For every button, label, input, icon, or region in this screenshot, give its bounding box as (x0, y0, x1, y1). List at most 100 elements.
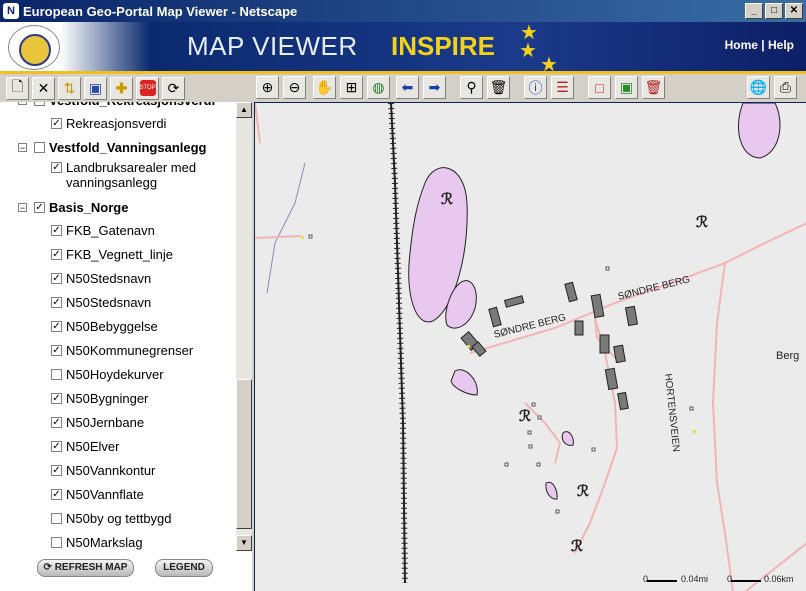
layer-item[interactable]: − ✓ Vestfold_Rekreasjonsverdi (18, 102, 215, 110)
layer-checkbox[interactable]: ✓ (51, 440, 62, 452)
layer-checkbox[interactable]: ✓ (51, 320, 62, 332)
layer-item[interactable]: − Vestfold_Vanningsanlegg (18, 137, 206, 157)
window-title: European Geo-Portal Map Viewer - Netscap… (23, 3, 298, 19)
zoom-box-icon[interactable]: ⊞ (340, 76, 363, 99)
info-icon[interactable]: ⓘ (524, 76, 547, 99)
legend-list-icon[interactable]: ☰ (551, 76, 574, 99)
layer-toolbar: 🗋 ✕ ⇅ ▣ ✚ STOP ⟳ (0, 74, 252, 102)
layer-label: Rekreasjonsverdi (66, 115, 167, 131)
layer-checkbox[interactable]: ✓ (51, 416, 62, 428)
globe-icon[interactable]: 🌐 (747, 76, 770, 99)
add-layer-icon[interactable]: ✚ (110, 76, 133, 100)
select-point-icon[interactable]: ▣ (615, 76, 638, 99)
print-icon[interactable]: ⎙ (774, 76, 797, 99)
close-button[interactable]: ✕ (785, 3, 803, 19)
back-icon[interactable]: ⬅ (396, 76, 419, 99)
layer-label: N50Elver (66, 438, 120, 454)
scale-zero: 0 (727, 574, 733, 584)
app-name: MAP VIEWER (187, 31, 358, 61)
zoom-out-icon[interactable]: ⊖ (283, 76, 306, 99)
recreation-symbol: ℛ (441, 191, 453, 208)
pan-icon[interactable]: ✋ (313, 76, 336, 99)
layer-item[interactable]: N50Hoydekurver (51, 364, 164, 384)
stop-icon[interactable]: STOP (136, 76, 159, 100)
layer-checkbox[interactable]: ✓ (51, 224, 62, 236)
layer-item[interactable]: ✓ N50Stedsnavn (51, 292, 151, 312)
layer-checkbox[interactable]: ✓ (34, 201, 45, 213)
layer-item[interactable]: ✓ N50Bebyggelse (51, 316, 158, 336)
layer-checkbox[interactable]: ✓ (51, 488, 62, 500)
new-layer-icon[interactable]: 🗋 (6, 76, 29, 100)
layer-item[interactable]: ✓ N50Jernbane (51, 412, 144, 432)
layer-label: N50Bygninger (66, 390, 149, 406)
layer-label: N50Vannflate (66, 486, 144, 502)
find-icon[interactable]: ⚲ (460, 76, 483, 99)
layer-item[interactable]: ✓ Landbruksarealer med vanningsanlegg (51, 160, 226, 192)
layer-checkbox[interactable]: ✓ (51, 248, 62, 260)
layer-item[interactable]: N50by og tettbygd (51, 508, 172, 528)
recreation-symbol: ℛ (696, 214, 708, 231)
map-toolbar: ⊕ ⊖ ✋ ⊞ ◍ ⬅ ➡ ⚲ 🗑 ⓘ ☰ □ ▣ 🗑 🌐 ⎙ (254, 74, 806, 102)
layer-checkbox[interactable]: ✓ (34, 102, 45, 106)
layer-item[interactable]: ✓ Rekreasjonsverdi (51, 113, 166, 133)
layer-label: Vestfold_Rekreasjonsverdi (49, 102, 215, 108)
collapse-icon[interactable]: − (18, 202, 27, 212)
layer-label: N50Bebyggelse (66, 318, 158, 334)
legend-button[interactable]: LEGEND (155, 559, 213, 577)
layer-checkbox[interactable] (51, 368, 62, 380)
layer-properties-icon[interactable]: ▣ (84, 76, 107, 100)
layer-checkbox[interactable]: ✓ (51, 344, 62, 356)
layer-label: N50Jernbane (66, 414, 145, 430)
layer-checkbox[interactable]: ✓ (51, 392, 62, 404)
layer-item[interactable]: ✓ N50Kommunegrenser (51, 340, 193, 360)
layer-checkbox[interactable]: ✓ (51, 296, 62, 308)
layer-checkbox[interactable] (34, 141, 45, 153)
clear-selection-icon[interactable]: 🗑 (642, 76, 665, 99)
star-icon: ★ (519, 40, 537, 62)
zoom-in-icon[interactable]: ⊕ (256, 76, 279, 99)
layer-item[interactable]: ✓ N50Elver (51, 436, 119, 456)
home-link[interactable]: Home (725, 38, 758, 52)
layer-item[interactable]: ✓ N50Bygninger (51, 388, 148, 408)
layer-checkbox[interactable] (51, 536, 62, 548)
layer-checkbox[interactable]: ✓ (51, 464, 62, 476)
layer-item[interactable]: N50Markslag (51, 532, 143, 551)
layer-item[interactable]: ✓ N50Stedsnavn (51, 268, 151, 288)
layer-label: N50Vannkontur (66, 462, 156, 478)
layer-item[interactable]: ✓ N50Vannkontur (51, 460, 155, 480)
scale-km: 0.06km (764, 574, 794, 584)
forward-icon[interactable]: ➡ (423, 76, 446, 99)
collapse-icon[interactable]: − (18, 102, 27, 105)
layer-label: Basis_Norge (49, 199, 129, 215)
layer-label: N50Hoydekurver (66, 366, 164, 382)
scroll-down-arrow[interactable]: ▼ (236, 535, 252, 551)
refresh-map-button[interactable]: ⟳ REFRESH MAP (37, 559, 134, 577)
scroll-up-arrow[interactable]: ▲ (236, 102, 252, 118)
layer-item[interactable]: ✓ FKB_Gatenavn (51, 220, 155, 240)
scroll-thumb[interactable] (236, 379, 252, 529)
layer-checkbox[interactable]: ✓ (51, 117, 62, 129)
collapse-icon[interactable]: − (18, 142, 27, 152)
help-link[interactable]: Help (768, 38, 794, 52)
full-extent-icon[interactable]: ◍ (367, 76, 390, 99)
layer-label: N50by og tettbygd (66, 510, 172, 526)
scale-miles: 0.04mi (681, 574, 709, 584)
layer-checkbox[interactable]: ✓ (51, 272, 62, 284)
layer-tree-scrollbar[interactable]: ▲ ▼ (236, 102, 252, 551)
map-canvas[interactable]: ℛ ℛ ℛ ℛ ℛ SØNDRE BERG SØNDRE BERG HORTEN… (254, 102, 806, 591)
recreation-symbol: ℛ (577, 483, 589, 500)
layer-item[interactable]: ✓ FKB_Vegnett_linje (51, 244, 173, 264)
clear-icon[interactable]: 🗑 (487, 76, 510, 99)
star-icon: ★ (540, 54, 558, 71)
layer-order-icon[interactable]: ⇅ (58, 76, 81, 100)
layer-label: FKB_Vegnett_linje (66, 246, 173, 262)
maximize-button[interactable]: □ (765, 3, 783, 19)
layer-item[interactable]: − ✓ Basis_Norge (18, 197, 128, 217)
delete-layer-icon[interactable]: ✕ (32, 76, 55, 100)
minimize-button[interactable]: _ (745, 3, 763, 19)
refresh-icon[interactable]: ⟳ (162, 76, 185, 100)
layer-checkbox[interactable] (51, 512, 62, 524)
select-rect-icon[interactable]: □ (588, 76, 611, 99)
layer-item[interactable]: ✓ N50Vannflate (51, 484, 144, 504)
layer-checkbox[interactable]: ✓ (51, 162, 62, 173)
